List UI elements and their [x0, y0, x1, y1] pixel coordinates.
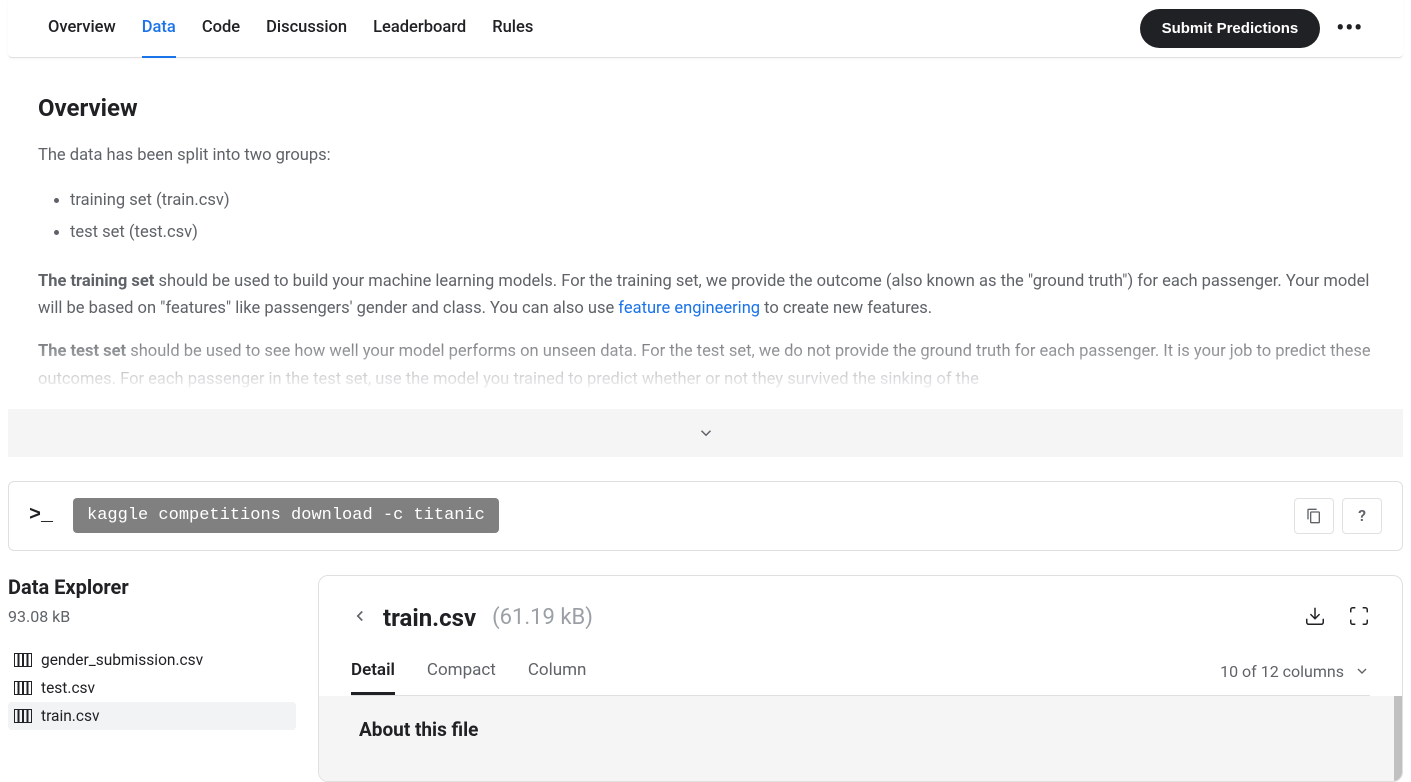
- overview-intro: The data has been split into two groups:: [38, 142, 1373, 169]
- file-row-train[interactable]: train.csv: [8, 702, 296, 730]
- dataset-description-section: Overview The data has been split into tw…: [0, 58, 1411, 393]
- expand-description-button[interactable]: [8, 409, 1403, 457]
- table-icon: [14, 653, 32, 667]
- data-explorer-panel: Data Explorer 93.08 kB gender_submission…: [8, 575, 296, 782]
- file-row-gender-submission[interactable]: gender_submission.csv: [8, 646, 296, 674]
- more-options-icon[interactable]: •••: [1336, 16, 1363, 41]
- file-row-test[interactable]: test.csv: [8, 674, 296, 702]
- tab-leaderboard[interactable]: Leaderboard: [373, 0, 466, 58]
- overview-heading: Overview: [38, 94, 1373, 122]
- chevron-left-icon: [351, 607, 369, 625]
- training-set-paragraph: The training set should be used to build…: [38, 268, 1373, 322]
- file-name-label: test.csv: [41, 679, 95, 697]
- tab-discussion[interactable]: Discussion: [266, 0, 347, 58]
- list-item: training set (train.csv): [70, 185, 1373, 216]
- copy-command-button[interactable]: [1294, 498, 1334, 534]
- test-set-paragraph: The test set should be used to see how w…: [38, 338, 1373, 392]
- columns-selector[interactable]: 10 of 12 columns: [1220, 662, 1370, 693]
- list-item: test set (test.csv): [70, 217, 1373, 248]
- download-command-panel: >_ kaggle competitions download -c titan…: [8, 481, 1403, 551]
- file-name-label: gender_submission.csv: [41, 651, 203, 669]
- tab-rules[interactable]: Rules: [492, 0, 533, 58]
- download-command-text: kaggle competitions download -c titanic: [73, 498, 499, 533]
- fullscreen-button[interactable]: [1348, 605, 1370, 631]
- tab-code[interactable]: Code: [202, 0, 240, 58]
- submit-predictions-button[interactable]: Submit Predictions: [1140, 9, 1321, 48]
- download-file-button[interactable]: [1304, 605, 1326, 631]
- back-button[interactable]: [351, 607, 369, 629]
- preview-file-size: (61.19 kB): [492, 605, 593, 630]
- preview-tab-compact[interactable]: Compact: [427, 660, 496, 695]
- terminal-icon: >_: [29, 504, 53, 527]
- command-help-button[interactable]: ?: [1342, 498, 1382, 534]
- chevron-down-icon: [1354, 663, 1370, 679]
- table-icon: [14, 681, 32, 695]
- feature-engineering-link[interactable]: feature engineering: [618, 299, 760, 318]
- file-name-label: train.csv: [41, 707, 100, 725]
- about-file-section: About this file: [319, 696, 1402, 781]
- data-explorer-total-size: 93.08 kB: [8, 607, 296, 626]
- chevron-down-icon: [697, 424, 715, 442]
- columns-count-label: 10 of 12 columns: [1220, 662, 1344, 681]
- copy-icon: [1306, 508, 1322, 524]
- tab-data[interactable]: Data: [142, 0, 176, 58]
- download-icon: [1304, 605, 1326, 627]
- fullscreen-icon: [1348, 605, 1370, 627]
- table-icon: [14, 709, 32, 723]
- preview-tab-column[interactable]: Column: [528, 660, 587, 695]
- tab-overview[interactable]: Overview: [48, 0, 116, 58]
- preview-tab-detail[interactable]: Detail: [351, 660, 395, 695]
- competition-tab-bar: Overview Data Code Discussion Leaderboar…: [8, 0, 1403, 58]
- file-preview-panel: train.csv (61.19 kB) Detail Compact Colu…: [318, 575, 1403, 782]
- preview-file-name: train.csv: [383, 604, 476, 632]
- data-explorer-title: Data Explorer: [8, 575, 296, 599]
- about-file-heading: About this file: [359, 718, 1386, 741]
